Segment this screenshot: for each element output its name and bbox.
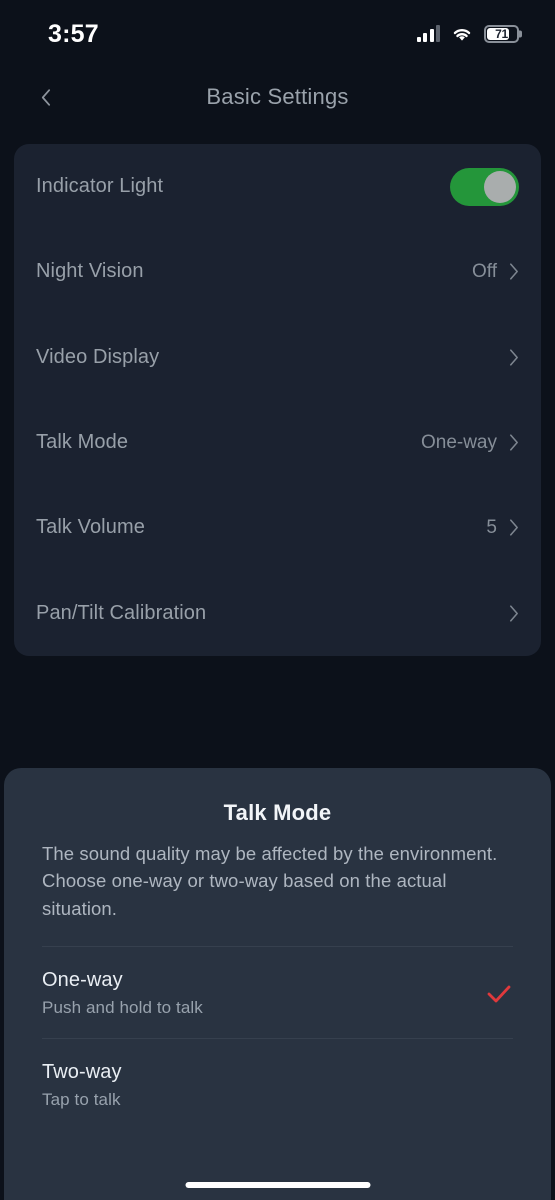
sheet-description: The sound quality may be affected by the… [42,843,498,919]
settings-row-label: Indicator Light [36,175,164,198]
settings-row-label: Video Display [36,345,160,368]
settings-card: Indicator Light Night Vision Off Video D… [14,144,541,656]
settings-row-label: Pan/Tilt Calibration [36,601,207,624]
toggle-knob [484,170,516,203]
settings-row-label: Talk Volume [36,516,145,539]
chevron-left-icon [41,88,50,106]
chevron-right-icon [509,519,518,536]
talk-mode-bottom-sheet: Talk Mode The sound quality may be affec… [4,768,551,1200]
status-bar: 3:57 71 [0,0,555,62]
chevron-right-icon [509,605,518,622]
option-title: Two-way [42,1061,122,1084]
settings-row-control [497,348,519,367]
phone-screen: 3:57 71 Basic Settings Indicator Light N… [0,0,555,1200]
settings-row-label: Night Vision [36,260,144,283]
home-indicator [185,1182,370,1188]
cellular-signal-icon [416,25,440,42]
back-button[interactable] [28,80,62,114]
settings-row-value: One-way [420,431,497,453]
settings-row-value: Off [472,260,497,282]
settings-row-video-display[interactable]: Video Display [14,315,541,400]
chevron-right-icon [509,349,518,366]
settings-row-talk-volume[interactable]: Talk Volume 5 [14,485,541,570]
option-subtitle: Push and hold to talk [42,998,203,1018]
settings-row-label: Talk Mode [36,431,129,454]
chevron-right-icon [509,434,518,451]
settings-row-indicator-light[interactable]: Indicator Light [14,144,541,229]
settings-row-control [450,167,519,206]
option-texts: Two-way Tap to talk [42,1061,122,1110]
chevron-right-icon [509,263,518,281]
option-subtitle: Tap to talk [42,1090,121,1110]
settings-row-control [497,604,519,623]
check-icon [487,985,511,1003]
indicator-light-toggle[interactable] [450,167,519,206]
option-title: One-way [42,969,123,992]
battery-icon: 71 [484,25,522,43]
status-bar-indicators: 71 [416,25,522,43]
option-one-way[interactable]: One-way Push and hold to talk [4,947,551,1038]
wifi-icon [451,26,473,43]
status-bar-time: 3:57 [48,19,99,48]
settings-row-pan-tilt-calibration[interactable]: Pan/Tilt Calibration [14,570,541,655]
settings-row-control: One-way [421,432,519,454]
navigation-bar: Basic Settings [0,62,555,132]
settings-row-value: 5 [486,516,497,538]
settings-row-control: Off [472,261,519,283]
page-title: Basic Settings [206,84,349,109]
battery-percent-label: 71 [495,27,508,41]
option-texts: One-way Push and hold to talk [42,969,203,1018]
option-two-way[interactable]: Two-way Tap to talk [4,1039,551,1130]
settings-row-night-vision[interactable]: Night Vision Off [14,229,541,314]
settings-row-control: 5 [486,517,519,539]
settings-row-talk-mode[interactable]: Talk Mode One-way [14,400,541,485]
sheet-title: Talk Mode [223,800,332,825]
